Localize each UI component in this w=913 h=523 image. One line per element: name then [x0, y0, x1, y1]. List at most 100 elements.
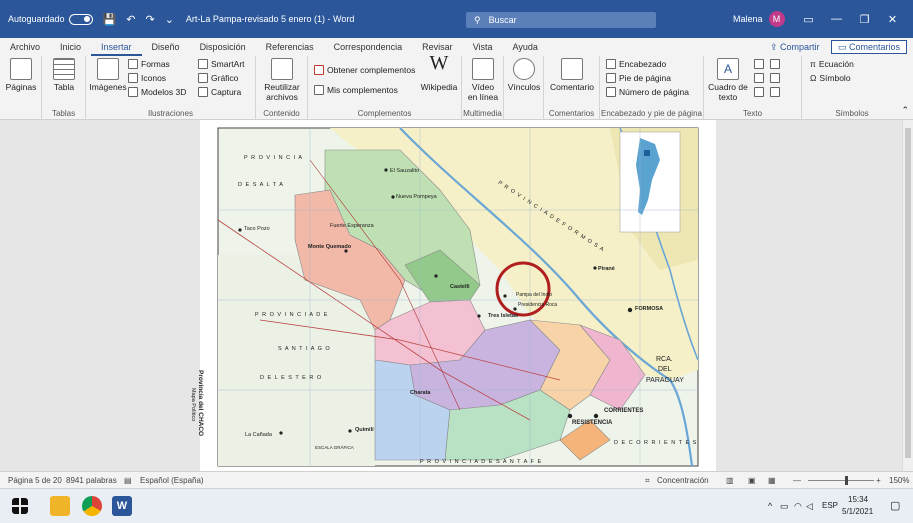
tab-vista[interactable]: Vista — [463, 38, 503, 56]
wifi-icon[interactable]: ◠ — [794, 501, 802, 512]
focus-icon[interactable]: ⌗ — [645, 476, 650, 486]
map-town-monte-quemado: Monte Quemado — [308, 244, 352, 250]
clock-date[interactable]: 5/1/2021 — [842, 507, 873, 516]
word-taskbar-icon[interactable]: W — [112, 496, 132, 516]
smartart-button[interactable]: SmartArt — [198, 59, 245, 69]
chart-button[interactable]: Gráfico — [198, 73, 238, 83]
focus-mode[interactable]: Concentración — [657, 476, 709, 485]
battery-icon[interactable]: ▭ — [780, 501, 789, 512]
symbol-button[interactable]: Ω Símbolo — [810, 73, 851, 83]
language-status[interactable]: Español (España) — [140, 476, 204, 485]
map-town-pampa-indio: Pampa del Indio — [516, 292, 553, 298]
zoom-in-button[interactable]: + — [876, 476, 881, 485]
volume-icon[interactable]: ◁ — [806, 501, 813, 512]
document-workspace: P R O V I N C I A D E S A L T A P R O V … — [0, 120, 902, 471]
tab-archivo[interactable]: Archivo — [0, 38, 50, 56]
object-button[interactable] — [770, 87, 780, 97]
tab-diseno[interactable]: Diseño — [142, 38, 190, 56]
web-layout-icon[interactable]: ▦ — [768, 476, 776, 485]
tab-referencias[interactable]: Referencias — [256, 38, 324, 56]
vertical-scrollbar[interactable] — [902, 120, 913, 471]
footer-button[interactable]: Pie de página — [606, 73, 671, 83]
tab-ayuda[interactable]: Ayuda — [503, 38, 548, 56]
customize-qat-icon[interactable]: ⌄ — [165, 13, 174, 26]
reuse-files-button[interactable]: Reutilizar archivos — [258, 58, 306, 102]
clock-time[interactable]: 15:34 — [848, 495, 868, 504]
map-town-quimili: Quimilí — [355, 427, 374, 433]
table-button[interactable]: Tabla — [46, 58, 82, 92]
comment-icon: ▭ — [838, 41, 850, 52]
notifications-icon[interactable]: ▢ — [890, 499, 900, 512]
cube-icon — [128, 87, 138, 97]
dropcap-button[interactable] — [754, 87, 764, 97]
map-scale-legend: ESCALA GRÁFICA — [315, 445, 354, 450]
redo-icon[interactable]: ↷ — [145, 13, 154, 26]
shapes-button[interactable]: Formas — [128, 59, 170, 69]
undo-icon[interactable]: ↶ — [126, 13, 135, 26]
autosave-toggle[interactable] — [68, 13, 93, 25]
input-language[interactable]: ESP — [822, 501, 838, 510]
zoom-slider[interactable] — [808, 480, 874, 481]
zoom-level[interactable]: 150% — [889, 476, 909, 485]
links-button[interactable]: Vínculos — [506, 58, 542, 92]
chaco-map[interactable] — [200, 120, 716, 471]
share-button[interactable]: ⇪ Compartir — [764, 40, 826, 54]
tab-insertar[interactable]: Insertar — [91, 38, 142, 56]
text-box-button[interactable]: A Cuadro de texto — [706, 58, 750, 102]
read-mode-icon[interactable]: ▥ — [726, 476, 734, 485]
datetime-button[interactable] — [770, 73, 780, 83]
word-count[interactable]: 8941 palabras — [66, 476, 117, 485]
zoom-out-button[interactable]: — — [793, 476, 801, 485]
minimize-button[interactable]: — — [823, 13, 851, 25]
tab-inicio[interactable]: Inicio — [50, 38, 91, 56]
scroll-thumb[interactable] — [905, 128, 911, 458]
save-icon[interactable]: 💾 — [103, 13, 117, 26]
maximize-button[interactable]: ❐ — [851, 13, 879, 26]
header-button[interactable]: Encabezado — [606, 59, 666, 69]
icons-icon — [128, 73, 138, 83]
collapse-ribbon-icon[interactable]: ⌃ — [901, 105, 909, 116]
map-label-santiago-3: D E L E S T E R O — [260, 375, 323, 381]
my-addins-button[interactable]: Mis complementos — [314, 85, 398, 95]
link-icon — [513, 58, 535, 80]
search-box[interactable]: ⚲ Buscar — [466, 12, 656, 28]
wikipedia-icon: W — [429, 52, 449, 74]
comments-button[interactable]: ▭ Comentarios — [831, 40, 908, 54]
wordart-button[interactable] — [754, 73, 764, 83]
images-button[interactable]: Imágenes — [88, 58, 128, 92]
map-town-pres-roca: Presidencia Roca — [518, 302, 558, 308]
avatar[interactable]: M — [768, 11, 785, 27]
models3d-button[interactable]: Modelos 3D — [128, 87, 186, 97]
get-addins-button[interactable]: Obtener complementos — [314, 65, 415, 75]
screenshot-button[interactable]: Captura — [198, 87, 241, 97]
close-button[interactable]: ✕ — [879, 13, 907, 26]
signature-button[interactable] — [770, 59, 780, 69]
online-video-button[interactable]: Vídeo en línea — [464, 58, 502, 102]
document-page[interactable]: P R O V I N C I A D E S A L T A P R O V … — [190, 120, 716, 471]
reuse-files-icon — [271, 58, 293, 80]
group-label-texto: Texto — [742, 109, 763, 118]
chrome-icon[interactable] — [82, 496, 102, 516]
equation-button[interactable]: π Ecuación — [810, 59, 854, 69]
wikipedia-button[interactable]: W Wikipedia — [418, 52, 460, 92]
tray-chevron-icon[interactable]: ^ — [768, 501, 772, 511]
quick-parts-button[interactable] — [754, 59, 764, 69]
icons-button[interactable]: Iconos — [128, 73, 166, 83]
tab-disposicion[interactable]: Disposición — [190, 38, 256, 56]
footer-icon — [606, 73, 616, 83]
windows-start-icon[interactable] — [12, 498, 28, 514]
pages-button[interactable]: Páginas — [2, 58, 40, 92]
object-icon — [770, 87, 780, 97]
new-comment-button[interactable]: Comentario — [546, 58, 598, 92]
group-complementos: Obtener complementos Mis complementos W … — [308, 52, 462, 120]
zoom-slider-handle[interactable] — [845, 476, 848, 485]
page-count[interactable]: Página 5 de 20 — [8, 476, 62, 485]
proofing-icon[interactable]: ▤ — [124, 476, 132, 485]
ribbon-display-icon[interactable]: ▭ — [795, 13, 823, 26]
file-explorer-icon[interactable] — [50, 496, 70, 516]
group-multimedia: Vídeo en línea Multimedia — [462, 56, 504, 120]
tab-correspondencia[interactable]: Correspondencia — [324, 38, 413, 56]
dropcap-icon — [754, 87, 764, 97]
print-layout-icon[interactable]: ▣ — [748, 476, 756, 485]
page-number-button[interactable]: Número de página — [606, 87, 689, 97]
